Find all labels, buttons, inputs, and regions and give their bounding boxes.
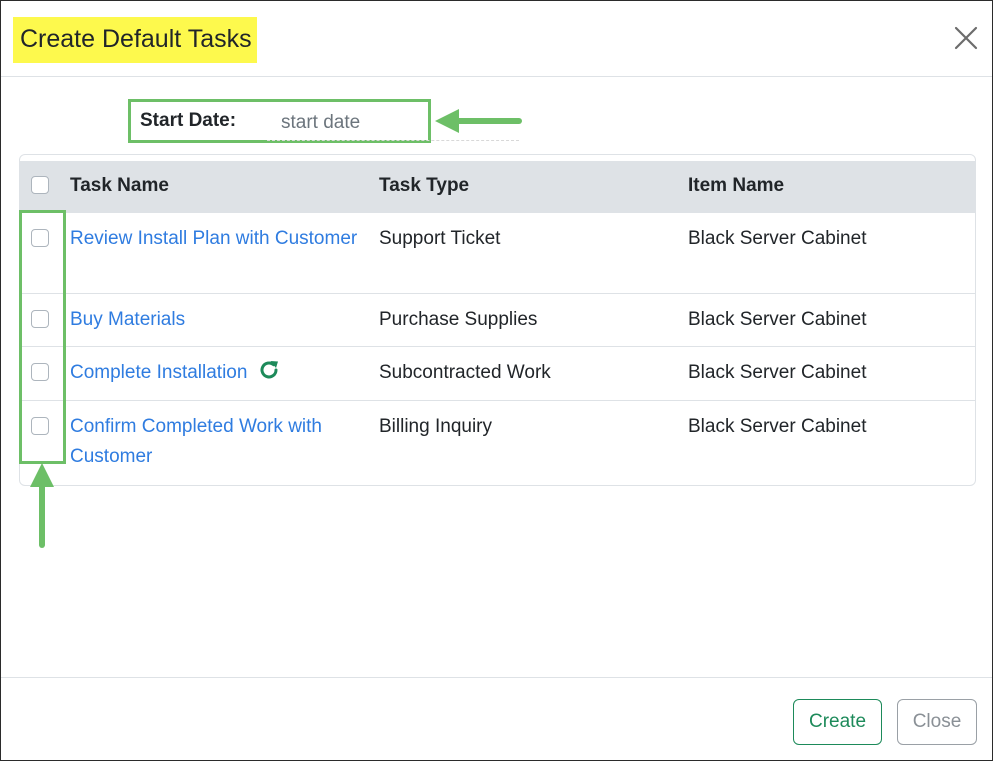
header-task-type: Task Type bbox=[379, 175, 470, 196]
task-name-link[interactable]: Confirm Completed Work with Customer bbox=[70, 412, 360, 472]
checkbox-column-highlight bbox=[19, 210, 66, 464]
item-name: Black Server Cabinet bbox=[688, 362, 867, 383]
task-name-link[interactable]: Buy Materials bbox=[70, 305, 360, 335]
task-name-cell: Complete Installation bbox=[70, 358, 360, 388]
modal-footer: Create Close bbox=[1, 677, 992, 761]
refresh-icon bbox=[260, 361, 278, 379]
create-button[interactable]: Create bbox=[793, 699, 882, 745]
task-type: Purchase Supplies bbox=[379, 309, 538, 330]
table-header-row: Task Name Task Type Item Name bbox=[20, 161, 975, 213]
task-type: Subcontracted Work bbox=[379, 362, 551, 383]
task-name-link[interactable]: Review Install Plan with Customer bbox=[70, 224, 360, 254]
task-name-link[interactable]: Complete Installation bbox=[70, 362, 247, 383]
annotation-arrow-up bbox=[30, 463, 54, 548]
table-row: Complete Installation Subcontracted Work… bbox=[20, 347, 975, 401]
annotation-arrow-left bbox=[435, 109, 522, 133]
select-all-checkbox[interactable] bbox=[31, 176, 49, 194]
task-type: Support Ticket bbox=[379, 228, 501, 249]
modal-title: Create Default Tasks bbox=[20, 25, 252, 53]
create-default-tasks-modal: Create Default Tasks Start Date: Task Na… bbox=[0, 0, 993, 761]
header-task-name: Task Name bbox=[70, 175, 169, 196]
task-type: Billing Inquiry bbox=[379, 416, 492, 437]
start-date-label: Start Date: bbox=[140, 110, 237, 131]
header-item-name: Item Name bbox=[688, 175, 785, 196]
table-row: Buy Materials Purchase Supplies Black Se… bbox=[20, 294, 975, 347]
modal-header: Create Default Tasks bbox=[1, 1, 992, 77]
tasks-table: Task Name Task Type Item Name Review Ins… bbox=[19, 154, 976, 486]
close-button[interactable]: Close bbox=[897, 699, 977, 745]
table-row: Review Install Plan with Customer Suppor… bbox=[20, 213, 975, 294]
item-name: Black Server Cabinet bbox=[688, 228, 867, 249]
item-name: Black Server Cabinet bbox=[688, 416, 867, 437]
close-icon[interactable] bbox=[953, 25, 979, 51]
item-name: Black Server Cabinet bbox=[688, 309, 867, 330]
table-row: Confirm Completed Work with Customer Bil… bbox=[20, 401, 975, 485]
